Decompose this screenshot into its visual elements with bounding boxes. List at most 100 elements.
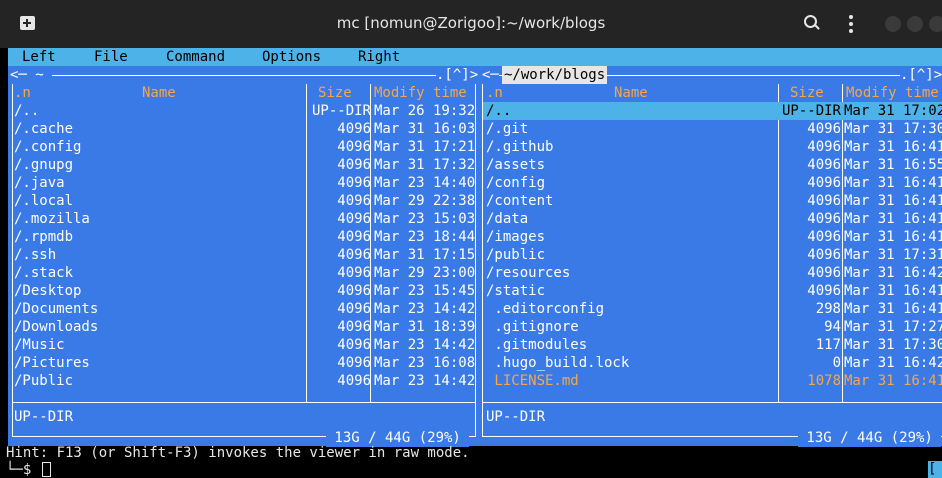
left_panel-file-row[interactable]: /Desktop 4096 Mar 23 15:45 xyxy=(13,282,475,300)
right_panel-file-row[interactable]: /config 4096 Mar 31 16:41 xyxy=(483,174,942,192)
menu-command[interactable]: Command xyxy=(166,48,225,66)
close-button[interactable] xyxy=(929,16,942,32)
left_panel-file-row[interactable]: /.config 4096 Mar 31 17:21 xyxy=(13,138,475,156)
file-size: 4096 xyxy=(337,337,371,353)
left-col-name[interactable]: Name xyxy=(142,84,176,102)
menu-kebab-icon[interactable] xyxy=(849,15,853,33)
file-size: UP--DIR xyxy=(311,103,371,119)
right_panel-file-row[interactable]: /data 4096 Mar 31 16:41 xyxy=(483,210,942,228)
left_panel-file-row[interactable]: /.rpmdb 4096 Mar 23 18:44 xyxy=(13,228,475,246)
left-panel-controls[interactable]: .[^]> xyxy=(436,66,479,84)
left_panel-file-row[interactable]: /Public 4096 Mar 23 14:42 xyxy=(13,372,475,390)
right_panel-file-row[interactable]: /.. UP--DIR Mar 31 17:02 xyxy=(483,102,942,120)
right-col-n[interactable]: .n xyxy=(486,84,503,102)
file-size: 0 xyxy=(832,355,841,371)
right-status: UP--DIR xyxy=(486,409,546,425)
right-panel-path[interactable]: ~/work/blogs xyxy=(502,66,608,84)
maximize-button[interactable] xyxy=(907,16,923,32)
right-panel-controls[interactable]: .[^]> xyxy=(900,66,942,84)
left-status: UP--DIR xyxy=(14,409,74,425)
terminal[interactable]: Left File Command Options Right <─ ~ .[^… xyxy=(0,48,942,478)
left-col-n[interactable]: .n xyxy=(14,84,31,102)
right_panel-file-row[interactable]: /.git 4096 Mar 31 17:30 xyxy=(483,120,942,138)
file-name: /.git xyxy=(486,121,529,137)
left-panel[interactable]: <─ ~ .[^]> .n Name Size Modify time /.. U… xyxy=(8,66,480,447)
right_panel-file-row[interactable]: .hugo_build.lock 0 Mar 31 16:42 xyxy=(483,354,942,372)
file-size: 4096 xyxy=(337,247,371,263)
file-name: /Pictures xyxy=(14,355,90,371)
right-col-time[interactable]: Modify time xyxy=(846,84,939,102)
menu-options[interactable]: Options xyxy=(262,48,321,66)
file-size: 4096 xyxy=(807,157,841,173)
file-size: 4096 xyxy=(807,211,841,227)
file-size: 4096 xyxy=(337,121,371,137)
left_panel-file-row[interactable]: /Documents 4096 Mar 23 14:42 xyxy=(13,300,475,318)
left-col-time[interactable]: Modify time xyxy=(374,84,467,102)
file-name: /images xyxy=(486,229,546,245)
file-modify-time: Mar 31 17:31 xyxy=(844,247,942,263)
file-name: /.mozilla xyxy=(14,211,90,227)
file-size: 4096 xyxy=(807,175,841,191)
right-col-size[interactable]: Size xyxy=(790,84,824,102)
right_panel-file-row[interactable]: /public 4096 Mar 31 17:31 xyxy=(483,246,942,264)
file-size: 4096 xyxy=(337,175,371,191)
file-name: /.ssh xyxy=(14,247,57,263)
right-panel-corner: <─ xyxy=(482,66,499,84)
file-modify-time: Mar 31 16:41 xyxy=(844,193,942,209)
right_panel-file-row[interactable]: LICENSE.md 1078 Mar 31 16:41 xyxy=(483,372,942,390)
right_panel-file-row[interactable]: /.github 4096 Mar 31 16:41 xyxy=(483,138,942,156)
file-size: 4096 xyxy=(337,355,371,371)
file-name: /.github xyxy=(486,139,554,155)
file-size: 4096 xyxy=(337,193,371,209)
shell-prompt[interactable]: └─$ xyxy=(6,461,51,478)
left_panel-file-row[interactable]: /.stack 4096 Mar 29 23:00 xyxy=(13,264,475,282)
left_panel-file-row[interactable]: /.cache 4096 Mar 31 16:03 xyxy=(13,120,475,138)
file-name: LICENSE.md xyxy=(486,373,579,389)
file-modify-time: Mar 31 17:27 xyxy=(844,319,942,335)
file-size: 1078 xyxy=(807,373,841,389)
file-modify-time: Mar 31 16:55 xyxy=(844,157,942,173)
left_panel-file-row[interactable]: /.ssh 4096 Mar 31 17:15 xyxy=(13,246,475,264)
left_panel-file-row[interactable]: /.. UP--DIR Mar 26 19:32 xyxy=(13,102,475,120)
file-size: 298 xyxy=(815,301,841,317)
left-col-size[interactable]: Size xyxy=(318,84,352,102)
right_panel-file-row[interactable]: .editorconfig 298 Mar 31 16:41 xyxy=(483,300,942,318)
menu-left[interactable]: Left xyxy=(22,48,56,66)
file-name: /data xyxy=(486,211,529,227)
right_panel-file-row[interactable]: /content 4096 Mar 31 16:41 xyxy=(483,192,942,210)
left_panel-file-row[interactable]: /Downloads 4096 Mar 31 18:39 xyxy=(13,318,475,336)
file-size: 94 xyxy=(824,319,841,335)
right_panel-file-row[interactable]: /resources 4096 Mar 31 16:42 xyxy=(483,264,942,282)
left_panel-file-row[interactable]: /.java 4096 Mar 23 14:40 xyxy=(13,174,475,192)
right_panel-file-row[interactable]: /images 4096 Mar 31 16:41 xyxy=(483,228,942,246)
file-modify-time: Mar 23 15:03 xyxy=(374,211,476,227)
file-name: /config xyxy=(486,175,546,191)
file-name: /Music xyxy=(14,337,65,353)
left_panel-file-row[interactable]: /.gnupg 4096 Mar 31 17:32 xyxy=(13,156,475,174)
file-size: 4096 xyxy=(337,139,371,155)
file-modify-time: Mar 31 16:42 xyxy=(844,265,942,281)
right-disk-usage: 13G / 44G (29%) xyxy=(798,429,942,447)
file-size: 4096 xyxy=(807,247,841,263)
menu-right[interactable]: Right xyxy=(358,48,400,66)
menu-file[interactable]: File xyxy=(94,48,128,66)
search-icon[interactable] xyxy=(804,15,820,33)
file-size: 4096 xyxy=(337,301,371,317)
right_panel-file-row[interactable]: .gitignore 94 Mar 31 17:27 xyxy=(483,318,942,336)
right-col-name[interactable]: Name xyxy=(614,84,648,102)
window-title: mc [nomun@Zorigoo]:~/work/blogs xyxy=(336,14,606,32)
right_panel-file-row[interactable]: /assets 4096 Mar 31 16:55 xyxy=(483,156,942,174)
file-name: /public xyxy=(486,247,546,263)
right-panel[interactable]: <─ ~/work/blogs .[^]> .n Name Size Modif… xyxy=(480,66,942,447)
file-name: /resources xyxy=(486,265,571,281)
left_panel-file-row[interactable]: /.local 4096 Mar 29 22:38 xyxy=(13,192,475,210)
right_panel-file-row[interactable]: .gitmodules 117 Mar 31 17:30 xyxy=(483,336,942,354)
mc-menubar: Left File Command Options Right xyxy=(8,48,942,66)
right_panel-file-row[interactable]: /static 4096 Mar 31 16:41 xyxy=(483,282,942,300)
file-name: .gitignore xyxy=(486,319,579,335)
minimize-button[interactable] xyxy=(885,16,901,32)
left_panel-file-row[interactable]: /.mozilla 4096 Mar 23 15:03 xyxy=(13,210,475,228)
left_panel-file-row[interactable]: /Pictures 4096 Mar 23 16:08 xyxy=(13,354,475,372)
left_panel-file-row[interactable]: /Music 4096 Mar 23 14:42 xyxy=(13,336,475,354)
file-name: /.local xyxy=(14,193,74,209)
